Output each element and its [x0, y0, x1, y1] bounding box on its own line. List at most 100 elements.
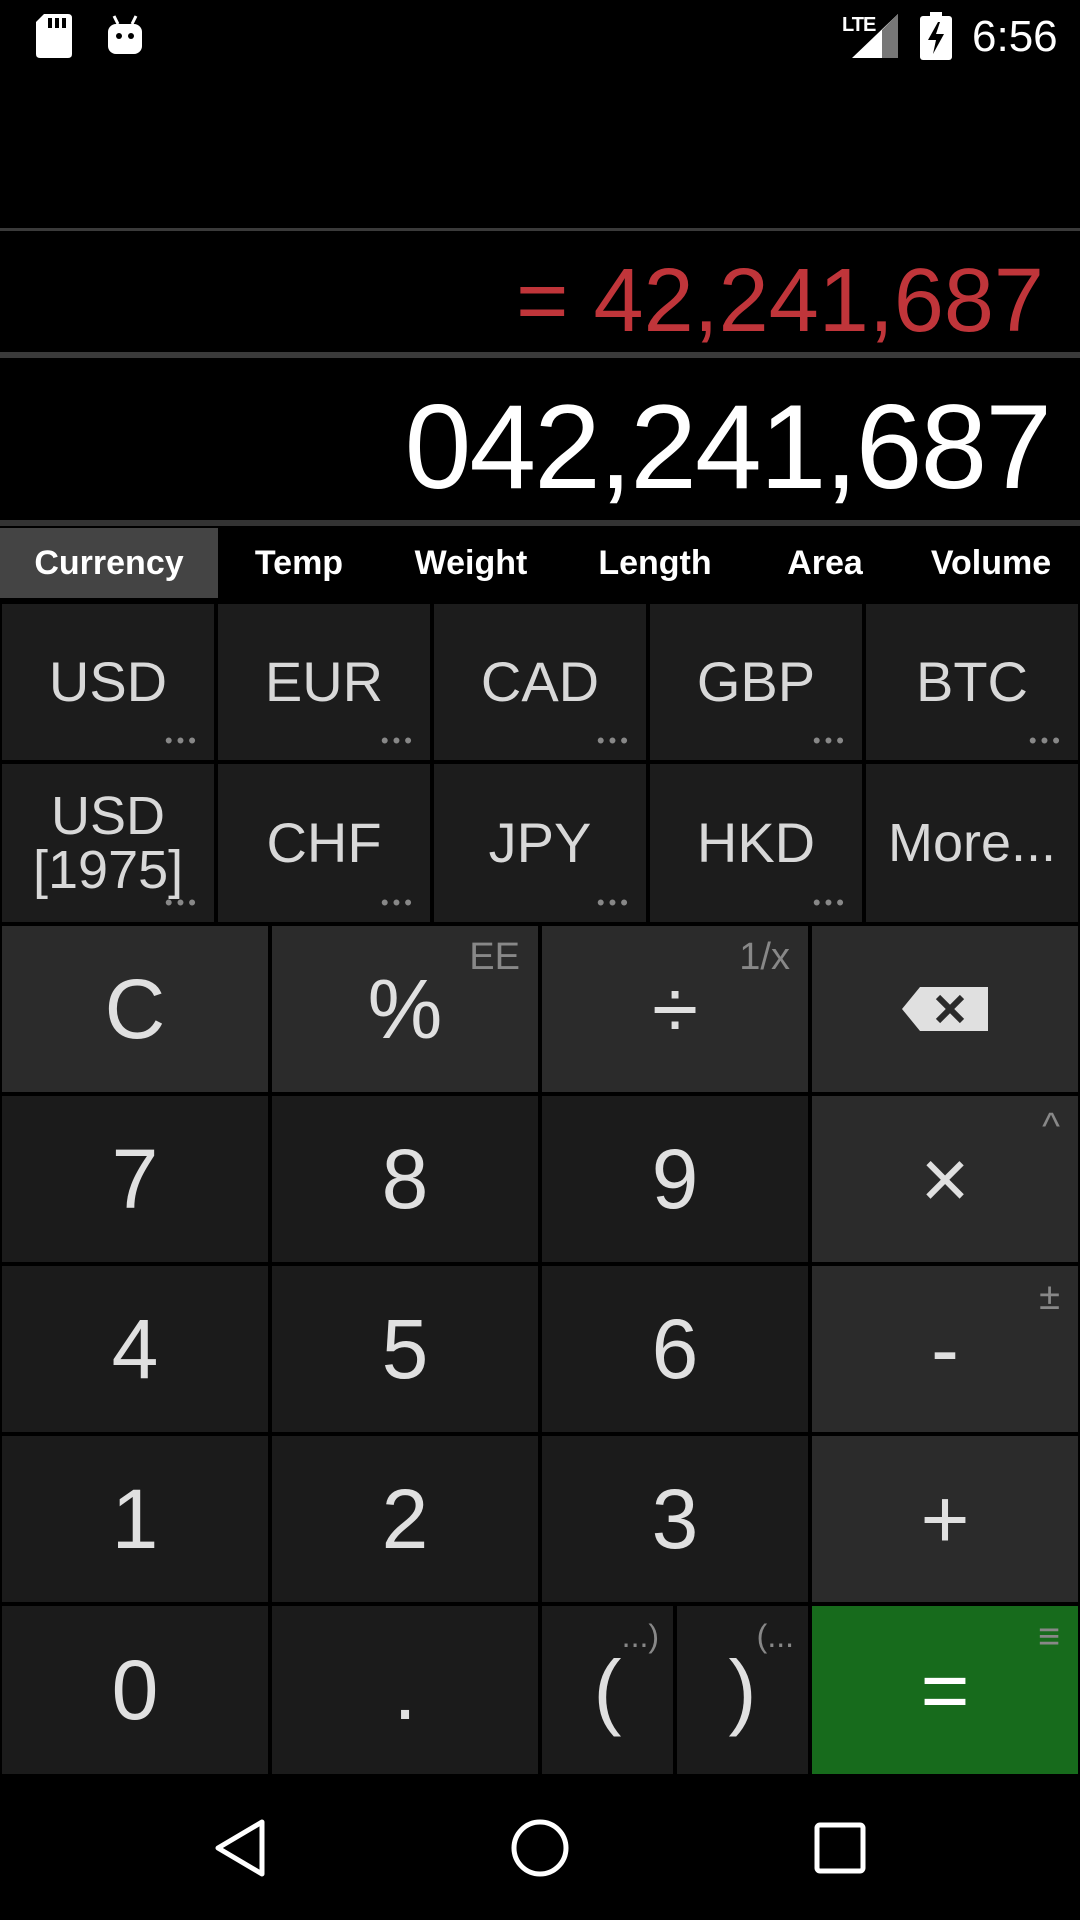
decimal-point-button[interactable]: .: [272, 1606, 538, 1774]
open-paren-button[interactable]: ( ...): [542, 1606, 673, 1774]
unit-label: GBP: [696, 650, 816, 713]
negate-alt-label: ±: [1039, 1276, 1060, 1318]
unit-usd[interactable]: USD •••: [2, 604, 214, 760]
tab-volume[interactable]: Volume: [902, 528, 1080, 598]
more-options-icon[interactable]: •••: [813, 892, 848, 914]
unit-label: EUR: [264, 650, 384, 713]
minus-button[interactable]: - ±: [812, 1266, 1078, 1432]
unit-chf[interactable]: CHF •••: [218, 764, 430, 922]
tab-weight[interactable]: Weight: [380, 528, 562, 598]
more-options-icon[interactable]: •••: [165, 730, 200, 752]
digit-6-button[interactable]: 6: [542, 1266, 808, 1432]
unit-btc[interactable]: BTC •••: [866, 604, 1078, 760]
key-label: ): [728, 1642, 757, 1737]
more-options-icon[interactable]: •••: [597, 730, 632, 752]
digit-8-button[interactable]: 8: [272, 1096, 538, 1262]
unit-more-button[interactable]: More...: [866, 764, 1078, 922]
digit-2-button[interactable]: 2: [272, 1436, 538, 1602]
plus-button[interactable]: +: [812, 1436, 1078, 1602]
currency-unit-grid: USD ••• EUR ••• CAD ••• GBP ••• BTC ••• …: [0, 602, 1080, 924]
unit-eur[interactable]: EUR •••: [218, 604, 430, 760]
unit-cad[interactable]: CAD •••: [434, 604, 646, 760]
display-divider-bottom: [0, 520, 1080, 526]
status-bar: LTE 6:56: [0, 0, 1080, 75]
digit-0-button[interactable]: 0: [2, 1606, 268, 1774]
paren-alt-label: (...: [756, 1618, 794, 1654]
key-label: ×: [920, 1131, 970, 1226]
key-label: (: [593, 1642, 622, 1737]
backspace-button[interactable]: [812, 926, 1078, 1092]
unit-label: More...: [887, 813, 1057, 873]
divide-button[interactable]: ÷ 1/x: [542, 926, 808, 1092]
reciprocal-alt-label: 1/x: [739, 936, 790, 978]
clear-button[interactable]: C: [2, 926, 268, 1092]
tab-currency[interactable]: Currency: [0, 528, 218, 598]
more-options-icon[interactable]: •••: [597, 892, 632, 914]
display-divider-middle: [0, 352, 1080, 358]
key-label: -: [931, 1301, 959, 1396]
clock: 6:56: [972, 12, 1058, 61]
digit-3-button[interactable]: 3: [542, 1436, 808, 1602]
key-label: %: [367, 961, 443, 1056]
equals-button[interactable]: = ≡: [812, 1606, 1078, 1774]
more-options-icon[interactable]: •••: [1029, 730, 1064, 752]
display-divider-top: [0, 228, 1080, 231]
key-label: ÷: [651, 961, 699, 1056]
tab-length[interactable]: Length: [562, 528, 748, 598]
more-options-icon[interactable]: •••: [381, 892, 416, 914]
unit-label: CAD: [480, 650, 600, 713]
key-label: 1: [111, 1471, 159, 1566]
tab-area[interactable]: Area: [748, 528, 902, 598]
key-label: 9: [651, 1131, 699, 1226]
unit-gbp[interactable]: GBP •••: [650, 604, 862, 760]
sd-card-icon: [36, 14, 72, 58]
battery-charging-icon: [920, 12, 952, 60]
recents-icon[interactable]: [808, 1816, 872, 1880]
key-label: 6: [651, 1301, 699, 1396]
key-label: 5: [381, 1301, 429, 1396]
digit-7-button[interactable]: 7: [2, 1096, 268, 1262]
more-options-icon[interactable]: •••: [381, 730, 416, 752]
keypad: C % EE ÷ 1/x 7 8 9 × ^ 4 5 6 - ± 1 2 3 +…: [0, 924, 1080, 1776]
close-paren-button[interactable]: ) (...: [677, 1606, 808, 1774]
digit-1-button[interactable]: 1: [2, 1436, 268, 1602]
system-navigation-bar: [0, 1776, 1080, 1920]
expression-display[interactable]: 042,241,687: [405, 378, 1052, 516]
multiply-button[interactable]: × ^: [812, 1096, 1078, 1262]
digit-9-button[interactable]: 9: [542, 1096, 808, 1262]
unit-label: BTC: [916, 650, 1028, 713]
key-label: +: [920, 1471, 970, 1566]
percent-button[interactable]: % EE: [272, 926, 538, 1092]
digit-5-button[interactable]: 5: [272, 1266, 538, 1432]
unit-usd-1975[interactable]: USD [1975] •••: [2, 764, 214, 922]
more-options-icon[interactable]: •••: [165, 892, 200, 914]
key-label: C: [104, 961, 166, 1056]
home-icon[interactable]: [508, 1816, 572, 1880]
key-label: 7: [111, 1131, 159, 1226]
history-menu-icon[interactable]: ≡: [1038, 1616, 1060, 1659]
key-label: =: [920, 1642, 970, 1737]
unit-hkd[interactable]: HKD •••: [650, 764, 862, 922]
key-label: 3: [651, 1471, 699, 1566]
unit-label: JPY: [488, 811, 592, 874]
key-label: 4: [111, 1301, 159, 1396]
backspace-icon: [902, 987, 988, 1031]
result-display: = 42,241,687: [515, 251, 1044, 351]
unit-label: USD [1975]: [33, 786, 184, 900]
more-options-icon[interactable]: •••: [813, 730, 848, 752]
unit-jpy[interactable]: JPY •••: [434, 764, 646, 922]
unit-label: CHF: [266, 811, 382, 874]
unit-category-tabs: Currency Temp Weight Length Area Volume: [0, 528, 1080, 598]
signal-icon: [852, 14, 898, 58]
key-label: 8: [381, 1131, 429, 1226]
unit-label: HKD: [696, 811, 816, 874]
back-icon[interactable]: [208, 1816, 272, 1880]
paren-alt-label: ...): [621, 1618, 659, 1654]
android-debug-icon: [108, 15, 142, 54]
power-alt-label: ^: [1042, 1106, 1060, 1148]
digit-4-button[interactable]: 4: [2, 1266, 268, 1432]
key-label: .: [393, 1642, 417, 1737]
tab-temp[interactable]: Temp: [218, 528, 380, 598]
exponent-alt-label: EE: [469, 936, 520, 978]
unit-label: USD: [48, 650, 168, 713]
